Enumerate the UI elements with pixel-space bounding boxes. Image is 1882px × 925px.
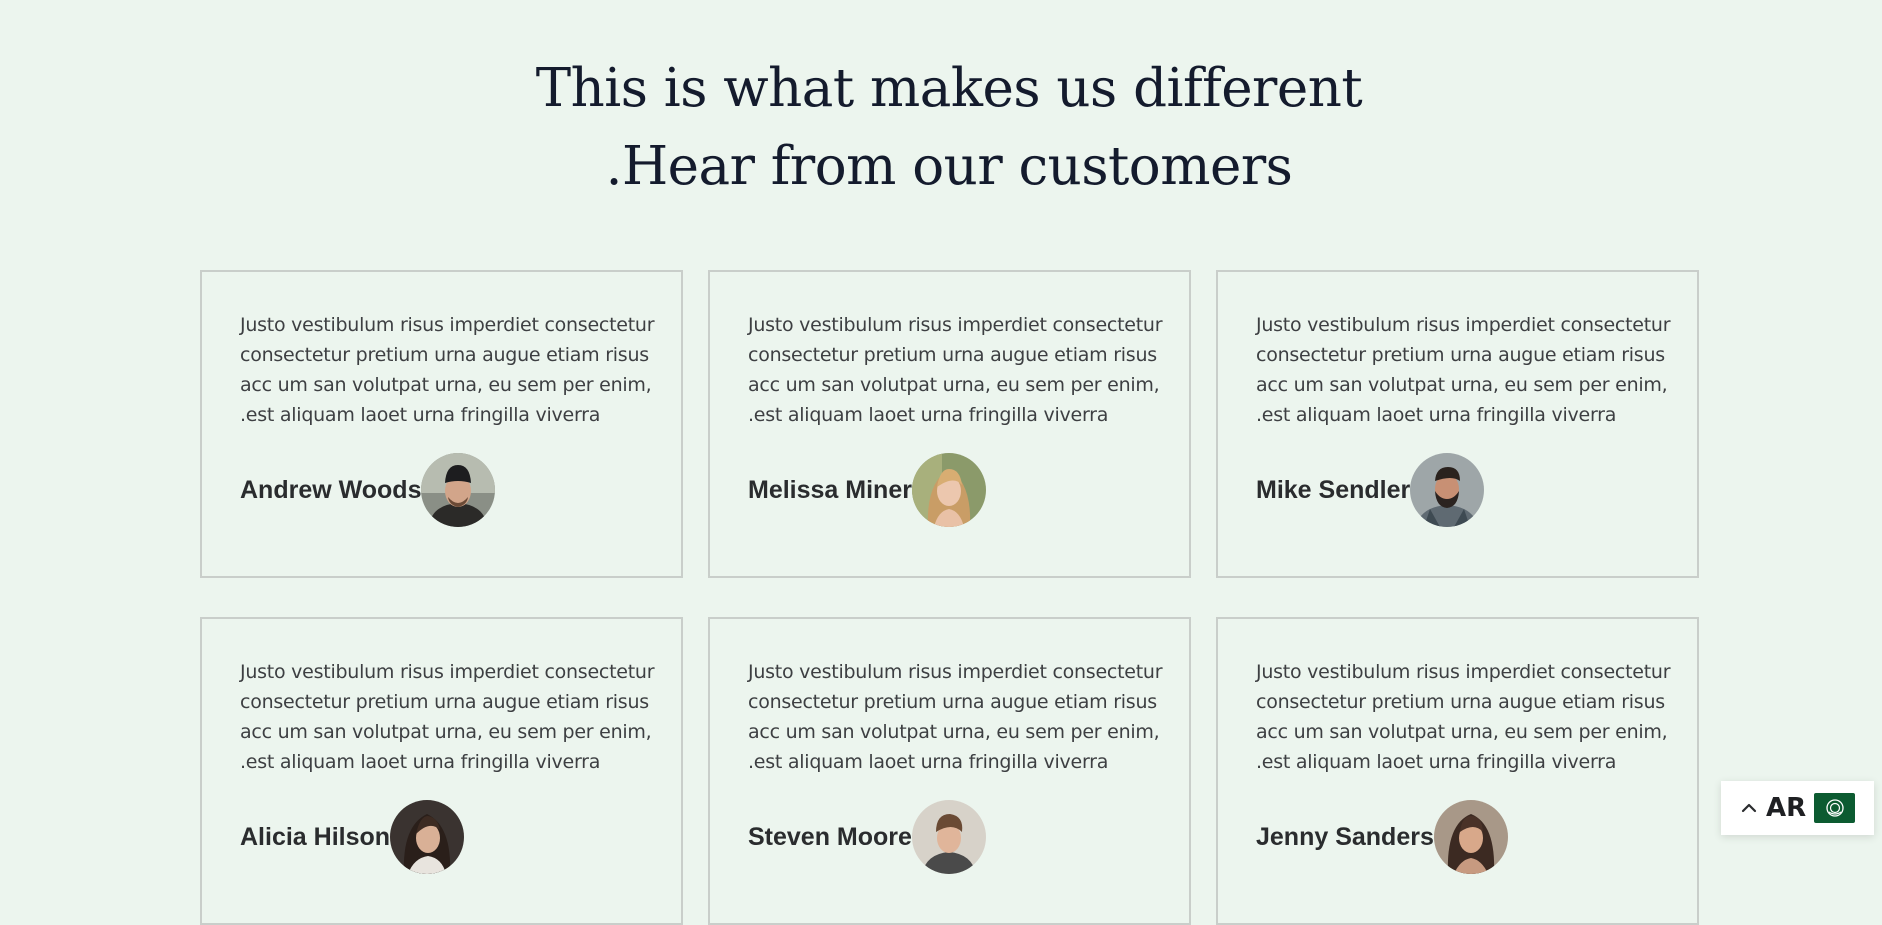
section-heading-line2: .Hear from our customers	[605, 136, 1293, 197]
section-heading-line1: This is what makes us different	[535, 58, 1363, 119]
arab-league-flag-icon	[1814, 793, 1856, 823]
testimonial-author-name: Melissa Miner	[748, 475, 912, 504]
woman-dark-hair-avatar	[390, 800, 465, 874]
testimonial-card: Justo vestibulum risus imperdiet consect…	[708, 617, 1191, 925]
testimonial-author: Steven Moore	[748, 800, 986, 874]
testimonial-author-name: Mike Sendler	[1256, 475, 1411, 504]
testimonial-quote: Justo vestibulum risus imperdiet consect…	[240, 314, 655, 426]
language-switcher[interactable]: AR	[1721, 781, 1874, 835]
woman-blonde-avatar	[911, 453, 986, 527]
language-code: AR	[1766, 793, 1807, 823]
testimonial-author: Mike Sendler	[1256, 453, 1485, 527]
testimonial-author-name: Jenny Sanders	[1256, 822, 1434, 851]
testimonial-card: Justo vestibulum risus imperdiet consect…	[200, 617, 683, 925]
testimonial-author-name: Alicia Hilson	[240, 822, 391, 851]
testimonial-quote: Justo vestibulum risus imperdiet consect…	[1256, 661, 1671, 773]
section-heading: This is what makes us different .Hear fr…	[0, 50, 1882, 206]
man-young-avatar	[911, 800, 986, 874]
testimonial-quote: Justo vestibulum risus imperdiet consect…	[748, 661, 1163, 773]
testimonial-card: Justo vestibulum risus imperdiet consect…	[1216, 617, 1699, 925]
testimonial-quote: Justo vestibulum risus imperdiet consect…	[240, 661, 655, 773]
chevron-up-icon	[1739, 798, 1759, 818]
testimonial-author-name: Steven Moore	[748, 822, 912, 851]
testimonial-quote: Justo vestibulum risus imperdiet consect…	[748, 314, 1163, 426]
testimonial-quote: Justo vestibulum risus imperdiet consect…	[1256, 314, 1671, 426]
man-beanie-avatar	[421, 453, 496, 527]
testimonial-author: Jenny Sanders	[1256, 800, 1508, 874]
testimonial-author: Andrew Woods	[240, 453, 496, 527]
testimonial-author: Alicia Hilson	[240, 800, 465, 874]
testimonial-author-name: Andrew Woods	[240, 475, 422, 504]
testimonial-card: Justo vestibulum risus imperdiet consect…	[1216, 270, 1699, 578]
testimonial-author: Melissa Miner	[748, 453, 986, 527]
woman-brunette-avatar	[1433, 800, 1508, 874]
testimonial-card: Justo vestibulum risus imperdiet consect…	[200, 270, 683, 578]
testimonial-card: Justo vestibulum risus imperdiet consect…	[708, 270, 1191, 578]
man-beard-avatar	[1410, 453, 1485, 527]
